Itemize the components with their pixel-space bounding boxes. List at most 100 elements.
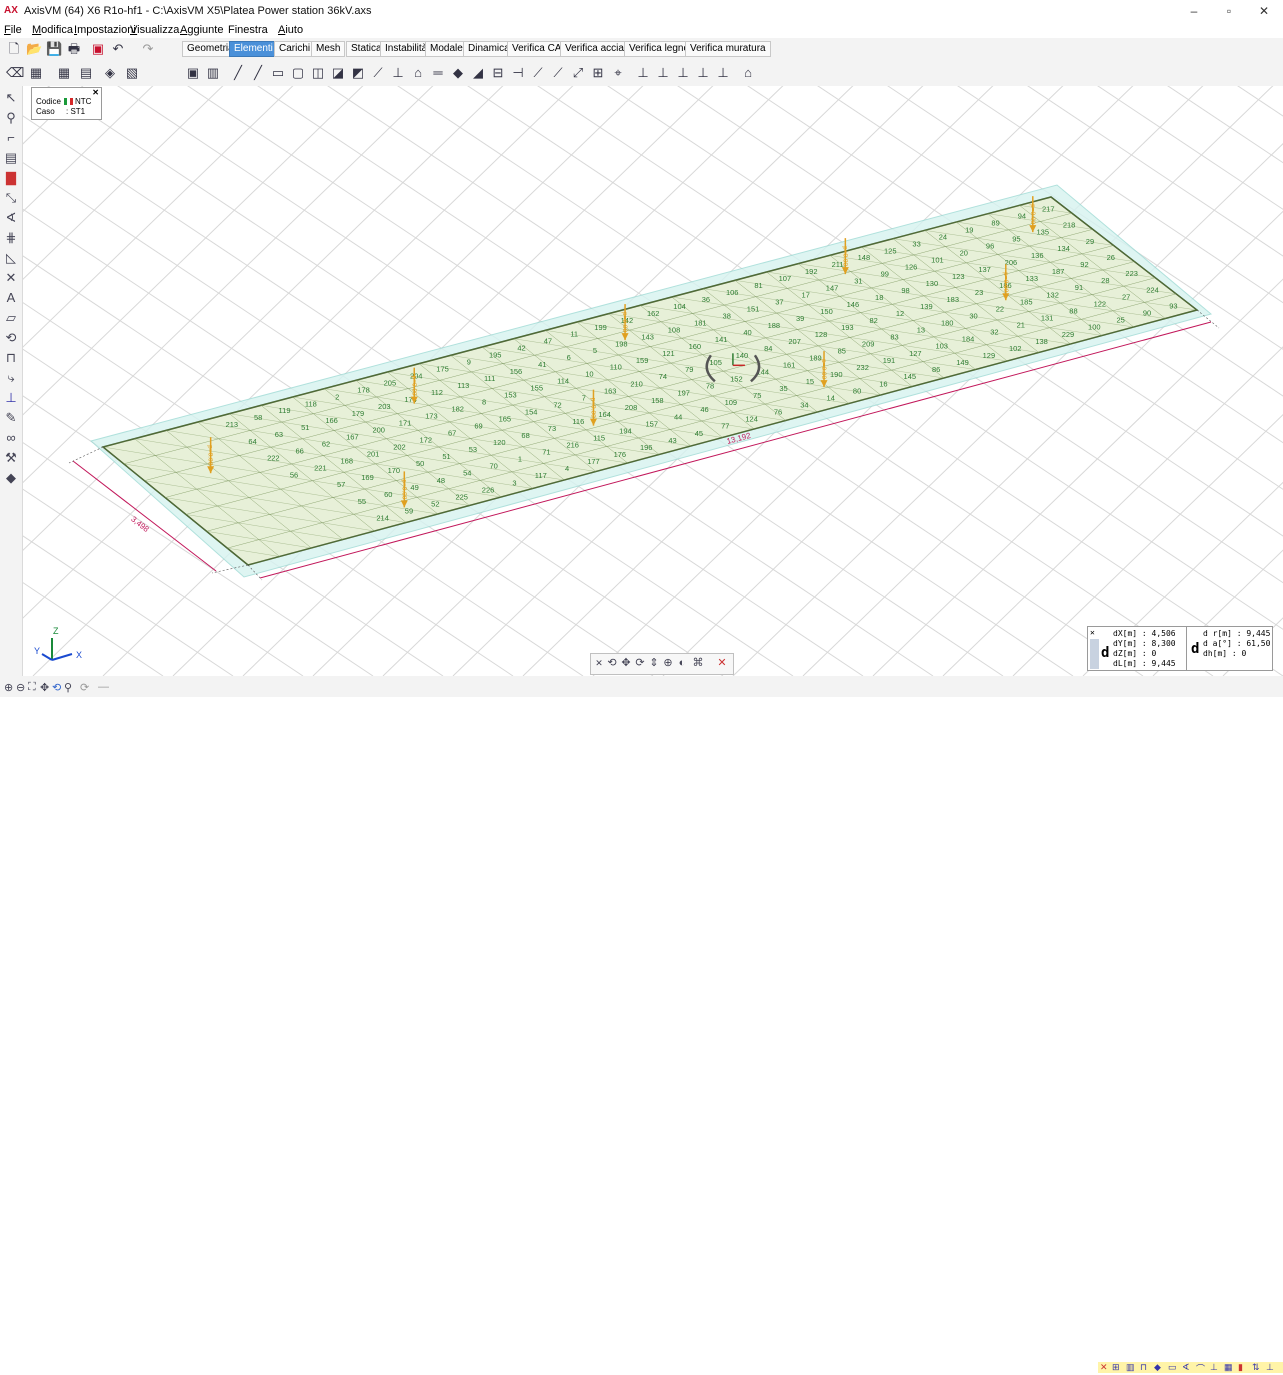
element-number[interactable]: 30 [969,311,977,320]
undo-icon[interactable]: ↶ [110,41,126,57]
element-number[interactable]: 101 [931,256,944,265]
element-number[interactable]: 155 [531,384,544,393]
angle-icon[interactable]: ∢ [3,210,19,226]
close-view-icon[interactable]: ✕ [715,656,729,670]
element-number[interactable]: 39 [796,314,804,323]
element-number[interactable]: 57 [337,480,345,489]
element-number[interactable]: 222 [267,454,280,463]
element-number[interactable]: 54 [463,469,471,478]
element-number[interactable]: 210 [630,379,643,388]
element-number[interactable]: 229 [1062,330,1075,339]
element-number[interactable]: 6 [567,353,571,362]
element-number[interactable]: 69 [474,421,482,430]
element-number[interactable]: 13 [917,325,925,334]
element-number[interactable]: 76 [774,408,782,417]
element-number[interactable]: 102 [1009,344,1022,353]
tab-elementi[interactable]: Elementi [229,41,278,57]
element-number[interactable]: 115 [593,433,605,442]
element-number[interactable]: 72 [553,400,561,409]
element-number[interactable]: 34 [800,400,808,409]
element-number[interactable]: 107 [779,274,792,283]
element-number[interactable]: 64 [248,437,256,446]
info-icon[interactable]: ◆ [3,470,19,486]
view-tools-close[interactable]: ✕ [592,656,606,670]
element-number[interactable]: 179 [352,409,365,418]
text-icon[interactable]: A [3,290,19,306]
snap-tangent-icon[interactable]: ⌒ [1196,1362,1205,1375]
element-number[interactable]: 184 [962,335,975,344]
table-browser-icon[interactable]: ▦ [28,65,44,81]
element-number[interactable]: 38 [723,311,731,320]
close-button[interactable]: ✕ [1250,2,1278,20]
element-number[interactable]: 140 [736,351,749,360]
turn-view-icon[interactable]: ⇕ [647,656,661,670]
reference-vector-icon[interactable]: ⟋ [550,65,566,81]
element-number[interactable]: 7 [582,393,586,402]
element-number[interactable]: 183 [946,295,959,304]
menu-item[interactable]: Aggiunte [180,24,223,36]
element-number[interactable]: 114 [557,377,569,386]
rotate-view-icon[interactable]: ⟲ [605,656,619,670]
tab-verifica-ca[interactable]: Verifica CA [507,41,567,57]
element-number[interactable]: 145 [904,372,917,381]
element-number[interactable]: 159 [636,356,649,365]
dimension-icon[interactable]: ⤡ [3,190,19,206]
element-number[interactable]: 33 [912,239,920,248]
menu-item[interactable]: File [4,24,22,36]
element-number[interactable]: 171 [399,419,412,428]
element-number[interactable]: 59 [405,507,413,516]
element-number[interactable]: 200 [372,426,385,435]
element-number[interactable]: 32 [990,328,998,337]
element-number[interactable]: 78 [706,382,714,391]
element-number[interactable]: 89 [991,218,999,227]
element-number[interactable]: 166 [325,416,338,425]
element-number[interactable]: 100 [1088,323,1101,332]
line-element-icon[interactable]: ╱ [230,65,246,81]
element-number[interactable]: 11 [570,330,578,339]
mesh-grid-icon[interactable]: ⊞ [590,65,606,81]
element-number[interactable]: 216 [566,440,579,449]
element-number[interactable]: 25 [1117,316,1125,325]
element-number[interactable]: 113 [457,381,469,390]
snap-grid-icon[interactable]: ⊞ [1112,1362,1120,1373]
element-number[interactable]: 178 [357,385,370,394]
element-number[interactable]: 45 [695,429,703,438]
parts-icon[interactable]: ▇ [3,170,19,186]
element-number[interactable]: 84 [764,344,772,353]
element-number[interactable]: 201 [367,449,380,458]
diaphragm-icon[interactable]: ⊟ [490,65,506,81]
menu-item[interactable]: Aiuto [278,24,303,36]
element-number[interactable]: 221 [314,463,327,472]
element-number[interactable]: 116 [572,417,584,426]
element-number[interactable]: 167 [346,433,359,442]
element-number[interactable]: 207 [788,337,801,346]
element-number[interactable]: 103 [935,342,948,351]
element-number[interactable]: 176 [614,450,627,459]
cross-icon[interactable]: ✕ [3,270,19,286]
element-number[interactable]: 190 [830,370,843,379]
element-number[interactable]: 94 [1018,212,1026,221]
element-number[interactable]: 43 [668,436,676,445]
element-number[interactable]: 129 [983,351,996,360]
menu-item[interactable]: Modifica [32,24,73,36]
snap-x-icon[interactable]: ✕ [1100,1362,1108,1373]
element-number[interactable]: 23 [975,288,983,297]
element-number[interactable]: 99 [881,270,889,279]
plate-icon[interactable]: ▭ [270,65,286,81]
element-number[interactable]: 3 [512,478,516,487]
element-number[interactable]: 117 [535,471,547,480]
element-number[interactable]: 150 [820,307,833,316]
element-number[interactable]: 47 [544,337,552,346]
element-number[interactable]: 138 [1035,337,1048,346]
element-number[interactable]: 180 [941,318,954,327]
element-number[interactable]: 199 [594,323,607,332]
element-number[interactable]: 165 [499,414,512,423]
element-number[interactable]: 146 [847,300,860,309]
building-icon[interactable]: ⌂ [740,65,756,81]
snap-end-icon[interactable]: ⊥ [1210,1362,1218,1373]
zoom-icon[interactable]: ⚲ [3,110,19,126]
pointer-icon[interactable]: ↖ [3,90,19,106]
redraw-icon[interactable]: ⟳ [80,681,89,694]
element-number[interactable]: 16 [879,379,887,388]
element-number[interactable]: 51 [442,452,450,461]
